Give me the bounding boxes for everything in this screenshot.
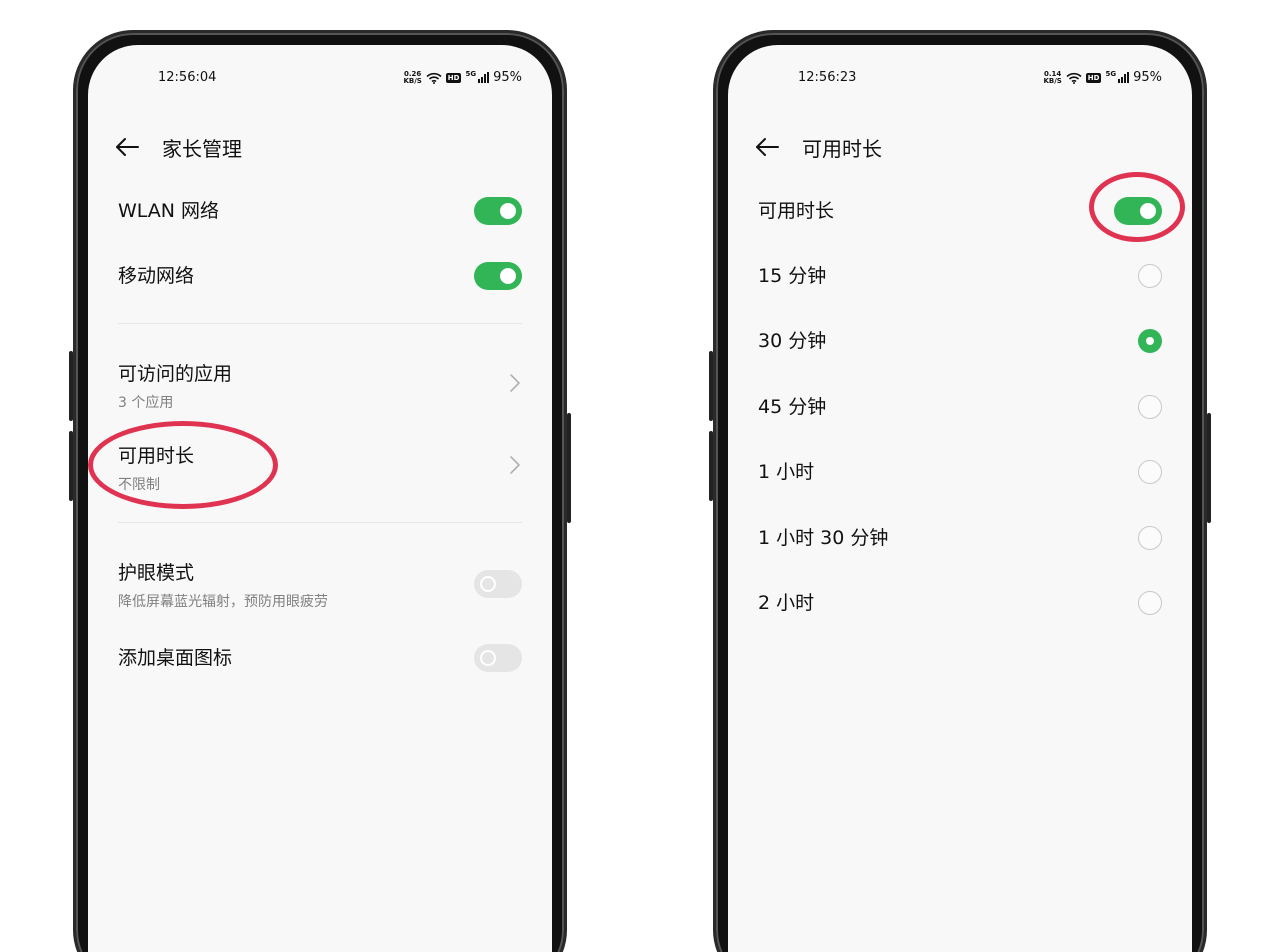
mobile-network-toggle[interactable] (474, 262, 522, 290)
wifi-icon (426, 72, 442, 84)
accessible-apps-row[interactable]: 可访问的应用 3 个应用 (118, 359, 522, 413)
side-button (1207, 413, 1211, 523)
time-option-label: 2 小时 (758, 592, 815, 614)
available-time-label: 可用时长 (118, 445, 195, 467)
mobile-network-setting-row[interactable]: 移动网络 (118, 260, 522, 292)
side-button (69, 351, 73, 421)
battery-level: 95% (1133, 70, 1162, 85)
screen-available-time: 12:56:23 0.14 KB/S HD 5G 95% 可用时长 可用时长 1… (728, 45, 1192, 952)
status-icons: 0.26 KB/S HD 5G 95% (403, 70, 522, 85)
page-title: 家长管理 (162, 137, 242, 161)
network-type: 5G (465, 70, 477, 78)
back-arrow-icon[interactable] (754, 135, 780, 159)
time-option-label: 45 分钟 (758, 396, 827, 418)
back-arrow-icon[interactable] (114, 135, 140, 159)
time-option-radio[interactable] (1138, 526, 1162, 550)
toggle-knob (500, 203, 516, 219)
page-title: 可用时长 (802, 137, 882, 161)
hd-icon: HD (1085, 72, 1102, 83)
chevron-right-icon (510, 374, 520, 392)
time-option-label: 1 小时 30 分钟 (758, 527, 889, 549)
battery-level: 95% (493, 70, 522, 85)
toggle-knob (1140, 203, 1156, 219)
toggle-knob (480, 576, 496, 592)
eye-protection-description: 降低屏幕蓝光辐射，预防用眼疲劳 (118, 594, 328, 610)
eye-protection-label: 护眼模式 (118, 562, 195, 584)
page-header: 家长管理 (88, 125, 552, 169)
wlan-toggle[interactable] (474, 197, 522, 225)
time-option-row[interactable]: 1 小时 (758, 456, 1162, 488)
available-time-value: 不限制 (118, 477, 160, 493)
wlan-label: WLAN 网络 (118, 200, 220, 222)
side-button (709, 351, 713, 421)
accessible-apps-label: 可访问的应用 (118, 363, 233, 385)
page-header: 可用时长 (728, 125, 1192, 169)
eye-protection-toggle[interactable] (474, 570, 522, 598)
time-option-radio[interactable] (1138, 460, 1162, 484)
desktop-icon-row[interactable]: 添加桌面图标 (118, 642, 522, 674)
side-button (69, 431, 73, 501)
desktop-icon-toggle[interactable] (474, 644, 522, 672)
time-option-row[interactable]: 30 分钟 (758, 325, 1162, 357)
status-time: 12:56:23 (798, 70, 857, 85)
available-time-row[interactable]: 可用时长 不限制 (118, 441, 522, 495)
status-icons: 0.14 KB/S HD 5G 95% (1043, 70, 1162, 85)
toggle-knob (480, 650, 496, 666)
signal-icon (1118, 72, 1130, 83)
wlan-setting-row[interactable]: WLAN 网络 (118, 195, 522, 227)
time-option-radio[interactable] (1138, 591, 1162, 615)
time-option-row[interactable]: 1 小时 30 分钟 (758, 522, 1162, 554)
eye-protection-row[interactable]: 护眼模式 降低屏幕蓝光辐射，预防用眼疲劳 (118, 558, 522, 612)
screen-parental-control: 12:56:04 0.26 KB/S HD 5G 95% 家长管理 WLAN 网… (88, 45, 552, 952)
time-option-row[interactable]: 2 小时 (758, 587, 1162, 619)
comparison-stage: 12:56:04 0.26 KB/S HD 5G 95% 家长管理 WLAN 网… (0, 0, 1280, 952)
time-option-row[interactable]: 15 分钟 (758, 260, 1162, 292)
network-type: 5G (1105, 70, 1117, 78)
available-time-toggle[interactable] (1114, 197, 1162, 225)
side-button (709, 431, 713, 501)
status-bar: 12:56:04 0.26 KB/S HD 5G 95% (88, 69, 552, 89)
divider (118, 522, 522, 523)
available-time-label: 可用时长 (758, 200, 835, 222)
accessible-apps-count: 3 个应用 (118, 395, 174, 411)
time-option-radio[interactable] (1138, 395, 1162, 419)
time-option-radio-selected[interactable] (1138, 329, 1162, 353)
mobile-network-label: 移动网络 (118, 265, 195, 287)
side-button (567, 413, 571, 523)
status-bar: 12:56:23 0.14 KB/S HD 5G 95% (728, 69, 1192, 89)
phone-frame-right: 12:56:23 0.14 KB/S HD 5G 95% 可用时长 可用时长 1… (709, 30, 1211, 952)
desktop-icon-label: 添加桌面图标 (118, 647, 233, 669)
time-option-label: 1 小时 (758, 461, 815, 483)
network-speed: 0.14 KB/S (1043, 69, 1062, 85)
signal-icon (478, 72, 490, 83)
toggle-knob (500, 268, 516, 284)
time-option-radio[interactable] (1138, 264, 1162, 288)
divider (118, 323, 522, 324)
hd-icon: HD (445, 72, 462, 83)
status-time: 12:56:04 (158, 70, 217, 85)
wifi-icon (1066, 72, 1082, 84)
time-option-row[interactable]: 45 分钟 (758, 391, 1162, 423)
available-time-master-row[interactable]: 可用时长 (758, 195, 1162, 227)
time-option-label: 15 分钟 (758, 265, 827, 287)
network-speed: 0.26 KB/S (403, 69, 422, 85)
chevron-right-icon (510, 456, 520, 474)
time-option-label: 30 分钟 (758, 330, 827, 352)
phone-frame-left: 12:56:04 0.26 KB/S HD 5G 95% 家长管理 WLAN 网… (69, 30, 571, 952)
